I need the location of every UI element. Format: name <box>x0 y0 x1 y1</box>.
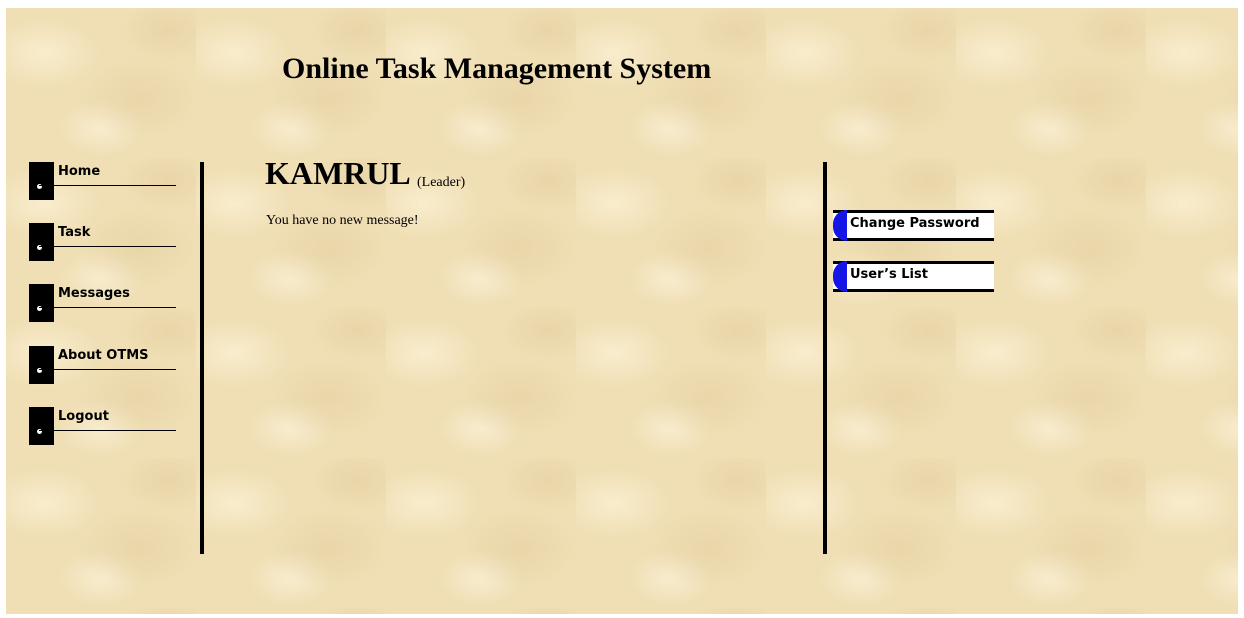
nav-marker-icon <box>29 284 54 322</box>
nav-underline <box>39 307 176 308</box>
users-list-button[interactable]: User’s List <box>833 261 994 292</box>
right-divider <box>823 162 827 554</box>
nav-item-home[interactable]: Home <box>29 162 176 200</box>
nav-item-label[interactable]: Messages <box>58 286 130 301</box>
users-list-label[interactable]: User’s List <box>850 267 928 282</box>
button-cap-icon <box>833 261 847 292</box>
user-role: (Leader) <box>417 175 466 190</box>
nav-item-label[interactable]: About OTMS <box>58 348 149 363</box>
nav-marker-icon <box>29 407 54 445</box>
nav-underline <box>39 369 176 370</box>
nav-item-task[interactable]: Task <box>29 223 176 261</box>
no-message-text: You have no new message! <box>266 213 419 228</box>
change-password-button[interactable]: Change Password <box>833 210 994 241</box>
nav-underline <box>39 246 176 247</box>
page-title: Online Task Management System <box>282 52 712 85</box>
button-cap-icon <box>833 210 847 241</box>
nav-item-logout[interactable]: Logout <box>29 407 176 445</box>
nav-marker-icon <box>29 223 54 261</box>
nav-marker-icon <box>29 162 54 200</box>
left-divider <box>200 162 204 554</box>
nav-marker-icon <box>29 346 54 384</box>
nav-item-label[interactable]: Logout <box>58 409 109 424</box>
nav-item-messages[interactable]: Messages <box>29 284 176 322</box>
user-name: KAMRUL <box>265 155 411 191</box>
nav-item-label[interactable]: Home <box>58 164 100 179</box>
nav-underline <box>39 185 176 186</box>
nav-underline <box>39 430 176 431</box>
nav-item-about[interactable]: About OTMS <box>29 346 176 384</box>
page-background: Online Task Management System Home Task … <box>6 8 1238 614</box>
change-password-label[interactable]: Change Password <box>850 216 980 231</box>
nav-item-label[interactable]: Task <box>58 225 90 240</box>
